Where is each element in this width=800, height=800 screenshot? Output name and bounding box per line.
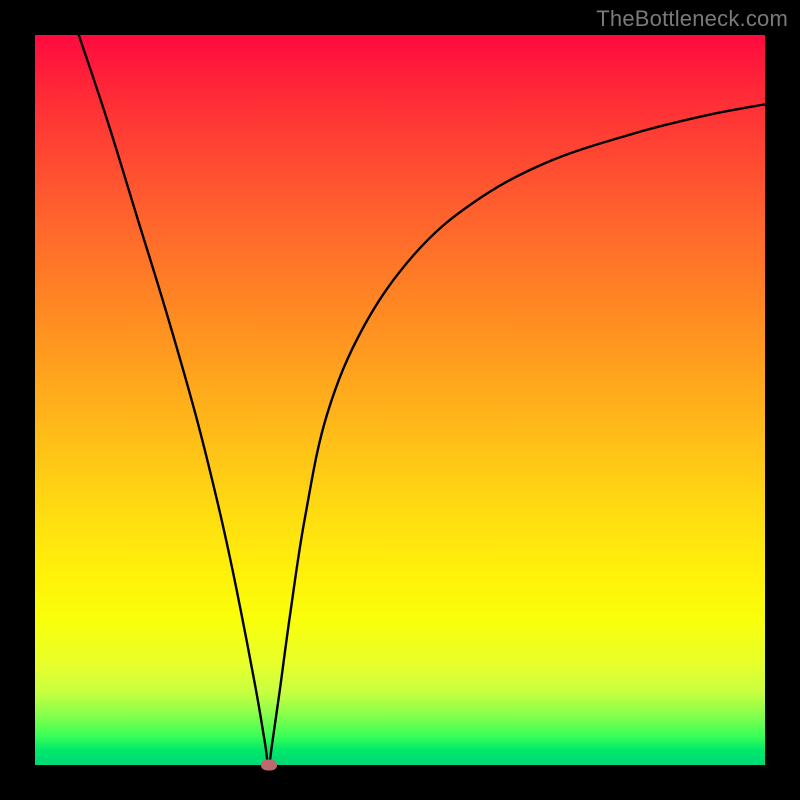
minimum-marker [261, 760, 277, 771]
curve-svg [35, 35, 765, 765]
chart-frame: TheBottleneck.com [0, 0, 800, 800]
watermark-text: TheBottleneck.com [596, 6, 788, 32]
bottleneck-curve [79, 35, 765, 765]
plot-area [35, 35, 765, 765]
